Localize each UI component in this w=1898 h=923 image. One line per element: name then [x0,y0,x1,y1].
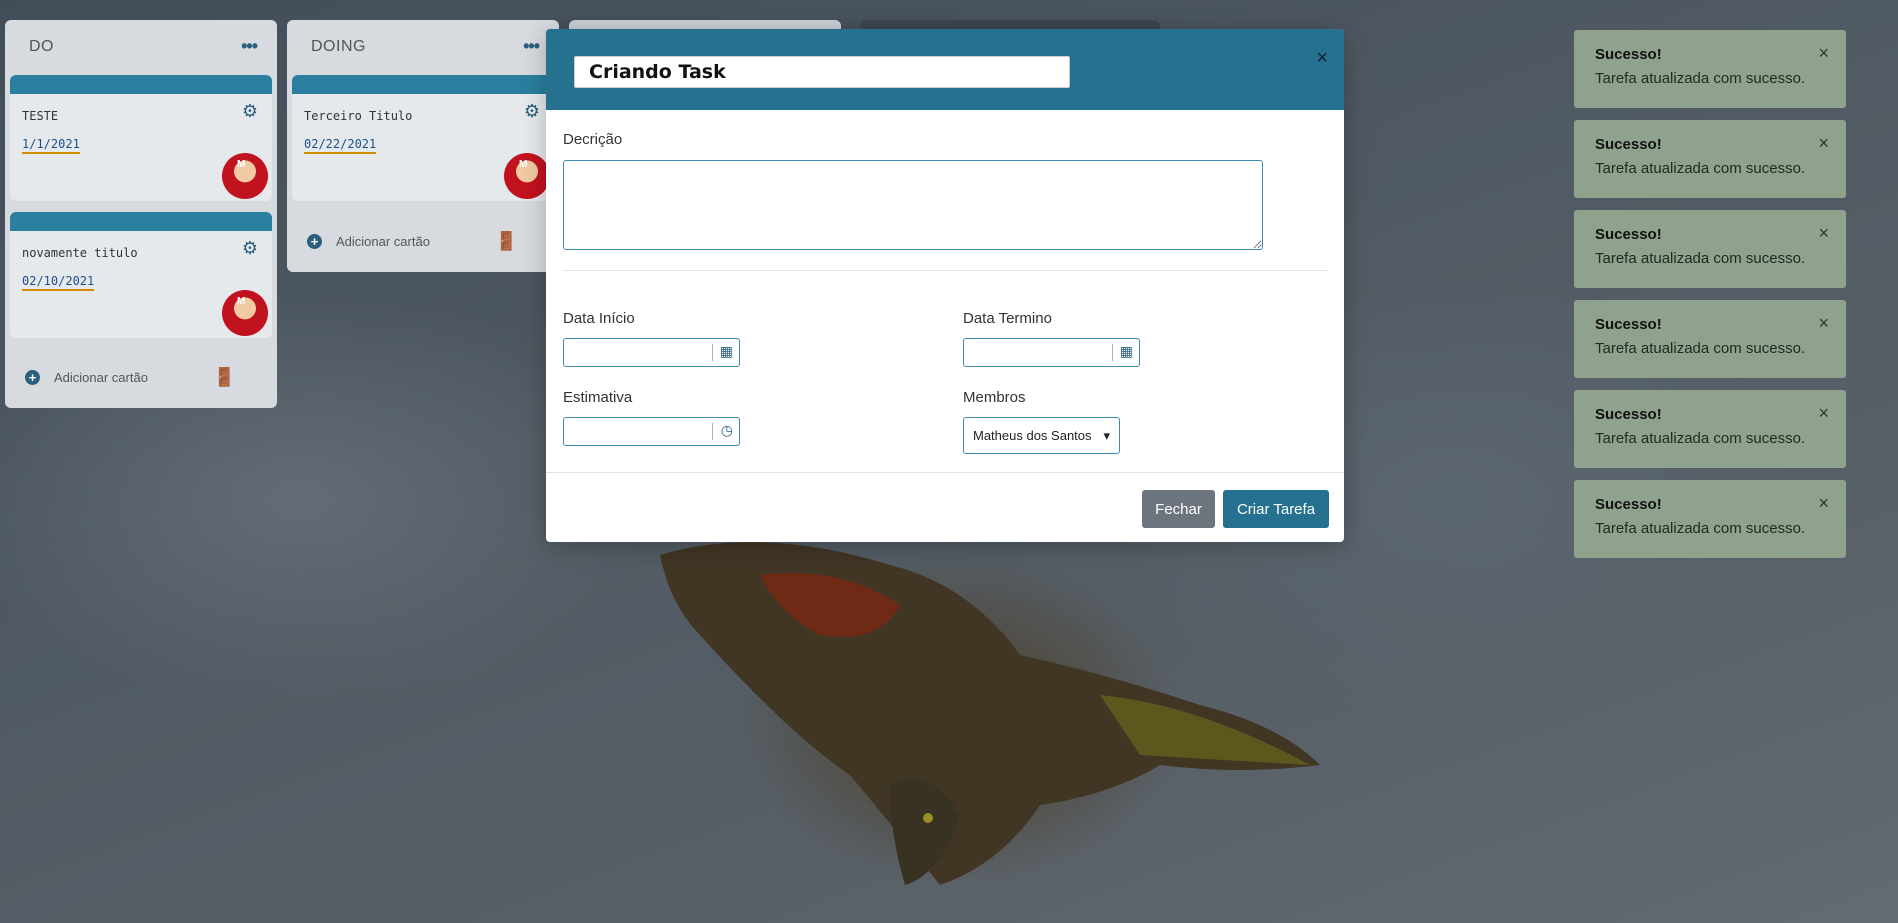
close-button[interactable]: Fechar [1142,490,1215,528]
card-title: TESTE [22,109,59,123]
modal-body: Decrição Data Início ▦ Data Termino ▦ Es… [546,110,1344,472]
close-icon[interactable]: × [1818,493,1829,514]
divider [563,270,1327,271]
more-options-icon[interactable]: ••• [523,36,540,57]
modal-footer: Fechar Criar Tarefa [546,472,1344,542]
create-task-button[interactable]: Criar Tarefa [1223,490,1329,528]
members-select[interactable]: Matheus dos Santos ▾ [963,417,1120,454]
plus-circle-icon: + [307,234,322,249]
card-color-strip [10,212,272,231]
toast-message: Tarefa atualizada com sucesso. [1595,250,1806,267]
estimate-input[interactable]: ◷ [563,417,740,446]
success-toast: Sucesso! Tarefa atualizada com sucesso. … [1574,480,1846,558]
close-icon[interactable]: × [1818,43,1829,64]
gear-icon[interactable]: ⚙ [524,101,540,122]
task-card[interactable]: Terceiro Titulo 02/22/2021 ⚙ M [292,75,554,201]
card-date: 02/22/2021 [304,137,377,154]
chevron-down-icon: ▾ [1103,427,1110,443]
column-do: DO ••• TESTE 1/1/2021 ⚙ M novamente titu… [5,20,277,408]
close-icon[interactable]: × [1818,313,1829,334]
toast-title: Sucesso! [1595,226,1662,243]
toast-message: Tarefa atualizada com sucesso. [1595,340,1806,357]
description-label: Decrição [563,131,623,148]
close-icon[interactable]: × [1818,223,1829,244]
clock-icon[interactable]: ◷ [721,422,733,439]
task-card[interactable]: TESTE 1/1/2021 ⚙ M [10,75,272,201]
members-label: Membros [963,389,1026,406]
column-header: DO ••• [5,20,277,72]
more-options-icon[interactable]: ••• [241,36,258,57]
task-card[interactable]: novamente titulo 02/10/2021 ⚙ M [10,212,272,338]
toast-message: Tarefa atualizada com sucesso. [1595,160,1806,177]
toast-message: Tarefa atualizada com sucesso. [1595,430,1806,447]
avatar: M [222,153,268,199]
archive-icon[interactable]: 🚪 [213,367,235,388]
toast-title: Sucesso! [1595,46,1662,63]
add-card-label: Adicionar cartão [336,234,430,249]
toast-message: Tarefa atualizada com sucesso. [1595,520,1806,537]
calendar-icon[interactable]: ▦ [1120,343,1133,360]
add-card-label: Adicionar cartão [54,370,148,385]
card-date: 1/1/2021 [22,137,80,154]
column-header: DOING ••• [287,20,559,72]
card-date: 02/10/2021 [22,274,95,291]
add-card-button[interactable]: + Adicionar cartão [307,234,430,249]
close-icon[interactable]: × [1818,403,1829,424]
column-title: DO [29,38,54,55]
avatar: M [504,153,550,199]
plus-circle-icon: + [25,370,40,385]
picker-separator [1112,344,1113,361]
start-date-input[interactable]: ▦ [563,338,740,367]
end-date-label: Data Termino [963,310,1052,327]
estimate-label: Estimativa [563,389,633,406]
picker-separator [712,423,713,440]
card-title: Terceiro Titulo [304,109,413,123]
description-textarea[interactable] [563,160,1263,250]
add-card-button[interactable]: + Adicionar cartão [25,370,148,385]
success-toast: Sucesso! Tarefa atualizada com sucesso. … [1574,30,1846,108]
avatar-initial: M [237,159,246,170]
create-task-modal: × Decrição Data Início ▦ Data Termino ▦ … [546,29,1344,542]
modal-header: × [546,29,1344,110]
archive-icon[interactable]: 🚪 [495,231,517,252]
members-selected-value: Matheus dos Santos [973,428,1092,443]
toast-title: Sucesso! [1595,406,1662,423]
toast-message: Tarefa atualizada com sucesso. [1595,70,1806,87]
success-toast: Sucesso! Tarefa atualizada com sucesso. … [1574,390,1846,468]
end-date-input[interactable]: ▦ [963,338,1140,367]
picker-separator [712,344,713,361]
avatar: M [222,290,268,336]
avatar-initial: M [519,159,528,170]
task-title-input[interactable] [574,56,1070,88]
gear-icon[interactable]: ⚙ [242,238,258,259]
card-title: novamente titulo [22,246,138,260]
card-color-strip [292,75,554,94]
card-color-strip [10,75,272,94]
avatar-initial: M [237,296,246,307]
start-date-label: Data Início [563,310,635,327]
column-title: DOING [311,38,366,55]
success-toast: Sucesso! Tarefa atualizada com sucesso. … [1574,120,1846,198]
toast-title: Sucesso! [1595,316,1662,333]
close-icon[interactable]: × [1316,47,1328,70]
calendar-icon[interactable]: ▦ [720,343,733,360]
toast-title: Sucesso! [1595,136,1662,153]
success-toast: Sucesso! Tarefa atualizada com sucesso. … [1574,300,1846,378]
close-icon[interactable]: × [1818,133,1829,154]
toast-title: Sucesso! [1595,496,1662,513]
success-toast: Sucesso! Tarefa atualizada com sucesso. … [1574,210,1846,288]
column-doing: DOING ••• Terceiro Titulo 02/22/2021 ⚙ M… [287,20,559,272]
gear-icon[interactable]: ⚙ [242,101,258,122]
